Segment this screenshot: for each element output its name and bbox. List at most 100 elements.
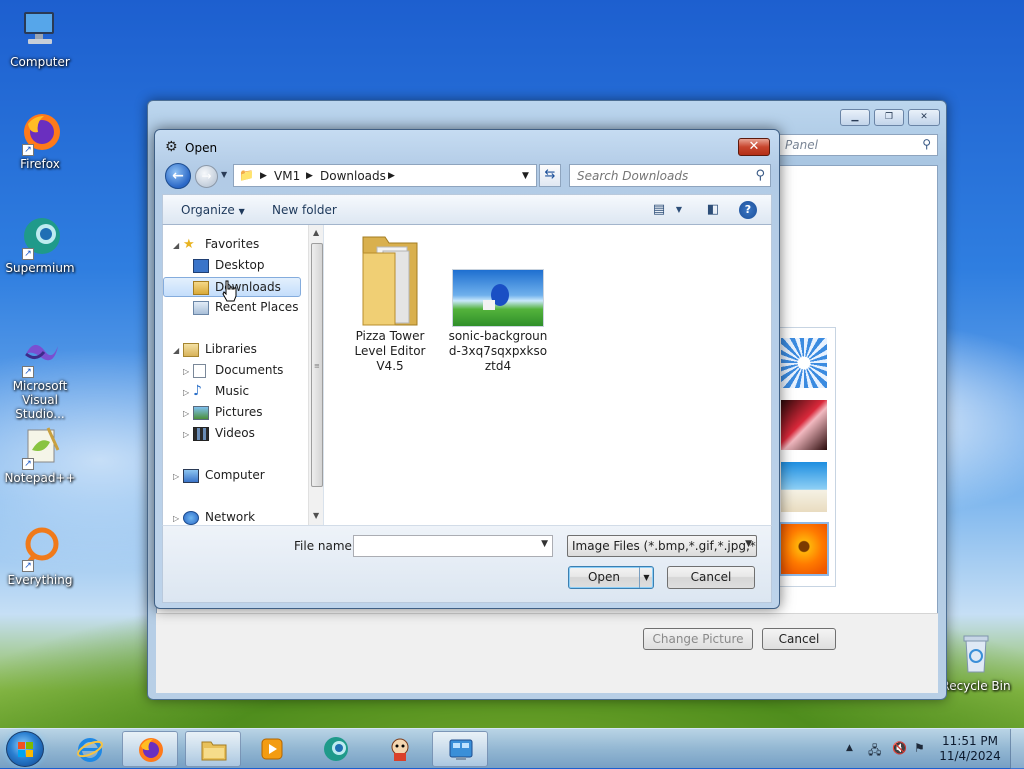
nav-music[interactable]: ▷ ♪ Music xyxy=(163,382,301,402)
recent-locations-dropdown[interactable]: ▼ xyxy=(221,170,227,179)
search-input[interactable] xyxy=(575,166,745,185)
taskbar-control-panel[interactable] xyxy=(432,731,488,767)
file-type-value: Image Files (*.bmp,*.gif,*.jpg,*. xyxy=(572,539,757,553)
nav-documents-label: Documents xyxy=(215,363,284,377)
open-split-dropdown-icon[interactable]: ▼ xyxy=(639,567,653,588)
desktop-icon-notepadpp[interactable]: ↗ Notepad++ xyxy=(0,424,80,485)
picture-thumbnail-ferris-wheel[interactable] xyxy=(781,338,827,388)
expand-arrow-icon[interactable]: ◢ xyxy=(173,236,179,255)
nav-videos[interactable]: ▷ Videos xyxy=(163,424,301,444)
taskbar-ie[interactable] xyxy=(62,731,118,767)
dialog-app-icon: ⚙ xyxy=(165,139,178,155)
supermium-icon: ↗ xyxy=(18,214,62,260)
bg-restore-button[interactable]: ❐ xyxy=(874,109,904,126)
bg-search-placeholder: Panel xyxy=(785,138,818,152)
bg-cancel-button[interactable]: Cancel xyxy=(762,628,836,650)
file-list-pane: Pizza Tower Level Editor V4.5 sonic-back… xyxy=(323,225,772,525)
downloads-folder-icon xyxy=(193,281,209,295)
scroll-down-icon[interactable]: ▼ xyxy=(313,511,319,520)
address-dropdown-icon[interactable]: ▼ xyxy=(522,171,529,181)
picture-thumbnail-flower[interactable] xyxy=(779,522,829,576)
breadcrumb-separator: ▶ xyxy=(306,171,313,181)
file-type-select[interactable]: Image Files (*.bmp,*.gif,*.jpg,*. ▼ xyxy=(567,535,757,557)
nav-favorites[interactable]: ◢ ★ Favorites xyxy=(163,235,301,255)
bg-minimize-button[interactable]: ▁ xyxy=(840,109,870,126)
show-desktop-button[interactable] xyxy=(1010,729,1024,769)
change-picture-button[interactable]: Change Picture xyxy=(643,628,753,650)
show-hidden-icons-button[interactable]: ▲ xyxy=(846,743,853,753)
back-button[interactable]: ← xyxy=(165,163,191,189)
nav-scrollbar[interactable]: ▲ ≡ ▼ xyxy=(308,225,324,525)
nav-computer[interactable]: ▷ Computer xyxy=(163,466,301,486)
dialog-close-button[interactable]: ✕ xyxy=(738,138,770,156)
breadcrumb-separator: ▶ xyxy=(260,171,267,181)
firefox-icon xyxy=(139,738,163,762)
search-icon: ⚲ xyxy=(922,137,931,151)
collapse-arrow-icon[interactable]: ▷ xyxy=(183,362,189,381)
desktop-icon-computer[interactable]: Computer xyxy=(0,8,80,69)
volume-muted-icon[interactable]: 🔇 xyxy=(892,741,907,755)
nav-desktop[interactable]: Desktop xyxy=(163,256,301,276)
network-tray-icon[interactable]: 🖧 xyxy=(868,741,881,762)
desktop-icon-everything[interactable]: ↗ Everything xyxy=(0,526,80,587)
expand-arrow-icon[interactable]: ◢ xyxy=(173,341,179,360)
search-icon: ⚲ xyxy=(755,168,765,183)
desktop-icon-visual-studio[interactable]: ↗ Microsoft Visual Studio... xyxy=(0,332,80,421)
start-button[interactable] xyxy=(6,731,44,767)
taskbar-supermium[interactable] xyxy=(308,731,364,767)
scroll-up-icon[interactable]: ▲ xyxy=(313,228,319,237)
open-button[interactable]: Open ▼ xyxy=(568,566,654,589)
clock-time: 11:51 PM xyxy=(942,734,998,748)
desktop-icon-recycle-bin[interactable]: Recycle Bin xyxy=(936,632,1016,693)
file-name-input[interactable] xyxy=(357,537,537,555)
computer-icon xyxy=(18,8,62,52)
taskbar-media-player[interactable] xyxy=(244,731,300,767)
action-center-flag-icon[interactable]: ⚑ xyxy=(914,741,925,755)
taskbar-clock[interactable]: 11:51 PM 11/4/2024 xyxy=(935,734,1005,764)
bg-close-button[interactable]: ✕ xyxy=(908,109,940,126)
file-item-image[interactable]: sonic-background-3xq7sqxpxksoztd4 xyxy=(448,233,548,374)
image-thumbnail xyxy=(452,269,544,327)
collapse-arrow-icon[interactable]: ▷ xyxy=(183,425,189,444)
refresh-button[interactable]: ⇆ xyxy=(539,164,561,187)
desktop-icon-supermium[interactable]: ↗ Supermium xyxy=(0,214,80,275)
forward-button[interactable]: → xyxy=(195,165,218,188)
bg-search-box[interactable]: Panel ⚲ xyxy=(778,134,938,156)
cancel-button[interactable]: Cancel xyxy=(667,566,755,589)
taskbar-firefox[interactable] xyxy=(122,731,178,767)
everything-icon: ↗ xyxy=(18,526,62,572)
picture-thumbnail-origami[interactable] xyxy=(781,400,827,450)
scroll-thumb[interactable]: ≡ xyxy=(311,243,323,487)
nav-documents[interactable]: ▷ Documents xyxy=(163,361,301,381)
change-view-icon[interactable]: ▤ xyxy=(649,200,669,220)
new-folder-button[interactable]: New folder xyxy=(272,203,337,217)
nav-libraries[interactable]: ◢ Libraries xyxy=(163,340,301,360)
organize-label: Organize xyxy=(181,203,235,217)
breadcrumb-downloads[interactable]: Downloads xyxy=(320,169,386,183)
picture-thumbnail-sailboat[interactable] xyxy=(781,462,827,512)
collapse-arrow-icon[interactable]: ▷ xyxy=(173,467,179,486)
nav-pictures[interactable]: ▷ Pictures xyxy=(163,403,301,423)
bg-bottom-bar: Change Picture Cancel xyxy=(156,613,938,693)
chevron-down-icon[interactable]: ▼ xyxy=(541,539,548,549)
taskbar-explorer[interactable] xyxy=(185,731,241,767)
desktop-icon-firefox[interactable]: ↗ Firefox xyxy=(0,110,80,171)
taskbar: ▲ 🖧 🔇 ⚑ 11:51 PM 11/4/2024 xyxy=(0,728,1024,769)
organize-button[interactable]: Organize ▼ xyxy=(181,203,245,217)
help-icon[interactable]: ? xyxy=(739,201,757,219)
collapse-arrow-icon[interactable]: ▷ xyxy=(183,383,189,402)
command-toolbar: Organize ▼ New folder ▤ ▼ ◧ ? xyxy=(162,194,772,225)
collapse-arrow-icon[interactable]: ▷ xyxy=(183,404,189,423)
arrow-left-icon: ← xyxy=(172,168,184,184)
file-name-combo[interactable]: ▼ xyxy=(353,535,553,557)
file-name-label: File name: xyxy=(294,539,356,553)
star-icon: ★ xyxy=(183,237,195,252)
taskbar-app-mascot[interactable] xyxy=(372,731,428,767)
clock-date: 11/4/2024 xyxy=(939,749,1001,763)
preview-pane-icon[interactable]: ◧ xyxy=(703,200,723,220)
address-bar[interactable]: 📁 ▶ VM1 ▶ Downloads ▶ ▼ xyxy=(233,164,537,187)
breadcrumb-vm1[interactable]: VM1 xyxy=(274,169,300,183)
file-item-folder[interactable]: Pizza Tower Level Editor V4.5 xyxy=(340,233,440,374)
search-box[interactable]: ⚲ xyxy=(569,164,771,187)
view-options-dropdown-icon[interactable]: ▼ xyxy=(669,200,689,220)
